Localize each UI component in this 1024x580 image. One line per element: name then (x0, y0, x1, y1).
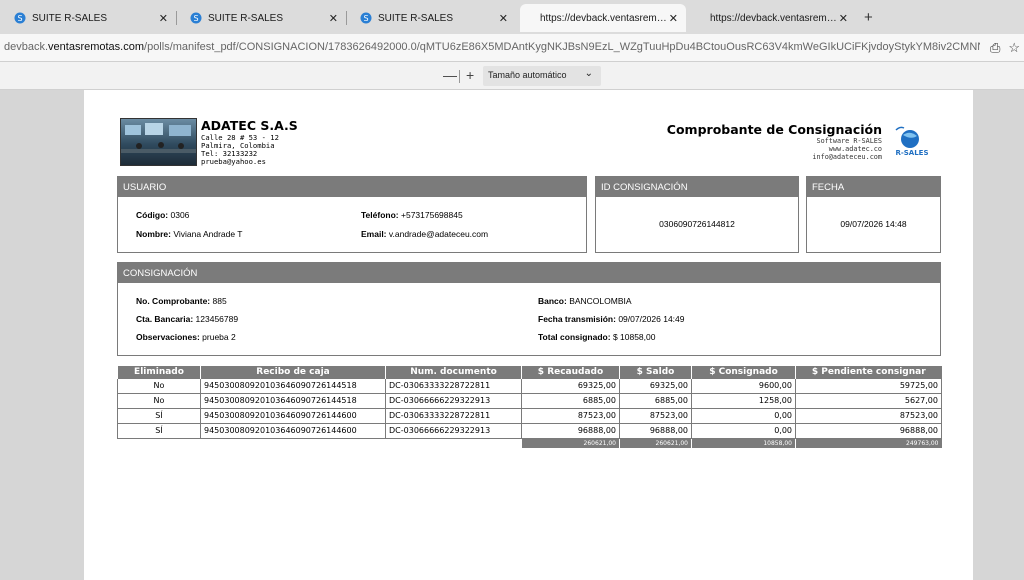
tab-title: SUITE R-SALES (378, 12, 454, 24)
cuenta-field: Cta. Bancaria: 123456789 (136, 314, 239, 324)
nombre-field: Nombre: Viviana Andrade T (136, 229, 243, 239)
col-eliminado: Eliminado (117, 366, 201, 378)
svg-text:S: S (17, 14, 22, 23)
telefono-field: Teléfono: +573175698845 (361, 210, 463, 220)
comprobante-field: No. Comprobante: 885 (136, 296, 227, 306)
rsales-favicon-icon: S (360, 12, 372, 24)
svg-text:S: S (363, 14, 368, 23)
codigo-field: Código: 0306 (136, 210, 190, 220)
url-field[interactable]: devback.ventasremotas.com/polls/manifest… (4, 41, 980, 53)
rsales-favicon-icon: S (14, 12, 26, 24)
total-recaudado: 260621,00 (521, 438, 620, 448)
tab-strip: S SUITE R-SALES ✕ S SUITE R-SALES ✕ S SU… (0, 0, 1024, 34)
tab-title: SUITE R-SALES (208, 12, 284, 24)
total-saldo: 260621,00 (619, 438, 692, 448)
table-header-row: Eliminado Recibo de caja Num. documento … (117, 366, 942, 378)
new-tab-button[interactable]: + (864, 9, 873, 26)
table-totals-row: 260621,00 260621,00 10858,00 249763,00 (118, 438, 942, 448)
col-recibo: Recibo de caja (200, 366, 386, 378)
id-consignacion-header: ID CONSIGNACIÓN (596, 177, 798, 197)
consignacion-box: CONSIGNACIÓN No. Comprobante: 885 Cta. B… (117, 262, 941, 356)
company-name: ADATEC S.A.S (201, 118, 298, 133)
col-consignado: $ Consignado (691, 366, 796, 378)
pdf-page: ADATEC S.A.S Calle 28 # 53 - 12 Palmira,… (84, 90, 973, 580)
tab-title: https://devback.ventasremotas. (540, 12, 668, 24)
total-consignado-field: Total consignado: $ 10858,00 (538, 332, 656, 342)
table-row: No 945030080920103646090726144518 DC-03066… (117, 392, 942, 409)
tab-3[interactable]: S SUITE R-SALES ✕ (346, 4, 516, 32)
tab-1[interactable]: S SUITE R-SALES ✕ (0, 4, 177, 32)
document-web: www.adatec.co (828, 145, 882, 153)
document-software: Software R-SALES (816, 137, 882, 145)
chevron-down-icon: ⌄ (584, 68, 593, 79)
id-consignacion-box: ID CONSIGNACIÓN 0306090726144812 (595, 176, 799, 253)
tab-close-icon[interactable]: ✕ (669, 12, 678, 25)
fecha-box: FECHA 09/07/2026 14:48 (806, 176, 941, 253)
tab-close-icon[interactable]: ✕ (329, 12, 338, 25)
fecha-transmision-field: Fecha transmisión: 09/07/2026 14:49 (538, 314, 685, 324)
toolbar-separator (459, 70, 460, 83)
col-saldo: $ Saldo (619, 366, 692, 378)
zoom-in-button[interactable]: + (466, 67, 474, 83)
tab-2[interactable]: S SUITE R-SALES ✕ (176, 4, 347, 32)
favorite-star-icon[interactable]: ☆ (1008, 40, 1020, 56)
tab-close-icon[interactable]: ✕ (499, 12, 508, 25)
document-title: Comprobante de Consignación (666, 122, 882, 137)
usuario-header: USUARIO (118, 177, 586, 197)
col-recaudado: $ Recaudado (521, 366, 620, 378)
id-consignacion-value: 0306090726144812 (659, 219, 735, 229)
tab-title: https://devback.ventasremotas. (710, 12, 838, 24)
tab-title: SUITE R-SALES (32, 12, 108, 24)
col-pendiente: $ Pendiente consignar (795, 366, 942, 378)
table-row: SÍ 945030080920103646090726144600 DC-03063… (117, 407, 942, 424)
tab-5[interactable]: https://devback.ventasremotas. ✕ (690, 4, 856, 32)
consignacion-header: CONSIGNACIÓN (118, 263, 940, 283)
table-row: No 945030080920103646090726144518 DC-03063… (117, 377, 942, 394)
zoom-select-label: Tamaño automático (488, 70, 567, 80)
address-bar: devback.ventasremotas.com/polls/manifest… (0, 34, 1024, 62)
company-logo-image (120, 118, 197, 166)
consignaciones-table: Eliminado Recibo de caja Num. documento … (117, 366, 942, 448)
fecha-value: 09/07/2026 14:48 (840, 219, 907, 229)
total-consignado: 10858,00 (691, 438, 796, 448)
svg-text:S: S (193, 14, 198, 23)
zoom-select[interactable]: Tamaño automático ⌄ (483, 66, 601, 86)
fecha-header: FECHA (807, 177, 940, 197)
observaciones-field: Observaciones: prueba 2 (136, 332, 236, 342)
zoom-out-button[interactable]: — (443, 67, 457, 83)
banco-field: Banco: BANCOLOMBIA (538, 296, 632, 306)
svg-text:R-SALES: R-SALES (895, 149, 928, 157)
company-email: prueba@yahoo.es (201, 157, 266, 166)
total-pendiente: 249763,00 (795, 438, 942, 448)
usuario-box: USUARIO Código: 0306 Nombre: Viviana And… (117, 176, 587, 253)
pdf-toolbar: — + Tamaño automático ⌄ (0, 62, 1024, 90)
download-icon[interactable]: ⎙ (990, 40, 1000, 56)
document-email: info@adateceu.com (812, 153, 882, 161)
email-field: Email: v.andrade@adateceu.com (361, 229, 489, 239)
table-row: SÍ 945030080920103646090726144600 DC-03066… (117, 422, 942, 439)
tab-4-active[interactable]: https://devback.ventasremotas. ✕ (520, 4, 686, 32)
tab-close-icon[interactable]: ✕ (159, 12, 168, 25)
rsales-logo-icon: R-SALES (890, 126, 938, 160)
tab-close-icon[interactable]: ✕ (839, 12, 848, 25)
rsales-favicon-icon: S (190, 12, 202, 24)
col-documento: Num. documento (385, 366, 522, 378)
